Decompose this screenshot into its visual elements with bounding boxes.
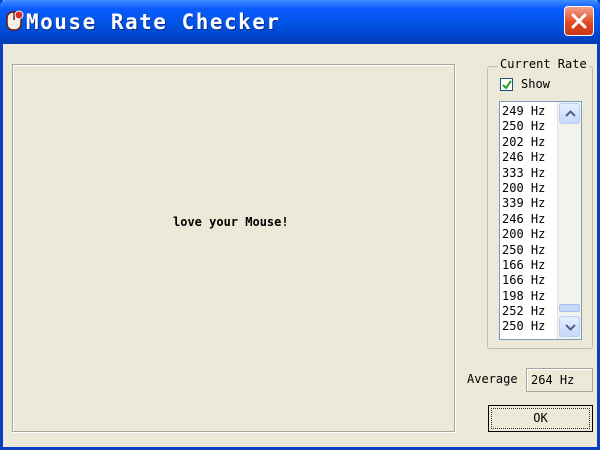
mouse-app-icon[interactable]: [4, 8, 26, 34]
chevron-up-icon: [565, 110, 576, 117]
checkmark-icon: [502, 80, 512, 90]
scroll-down-button[interactable]: [559, 316, 580, 337]
rate-list-item[interactable]: 246 Hz: [502, 212, 545, 227]
ok-button[interactable]: OK: [488, 405, 593, 432]
group-title: Current Rate: [498, 57, 589, 71]
rate-list-item[interactable]: 333 Hz: [502, 166, 545, 181]
listbox-scrollbar[interactable]: [557, 102, 581, 339]
rate-list-item[interactable]: 200 Hz: [502, 181, 545, 196]
chevron-down-icon: [565, 324, 576, 331]
scroll-up-button[interactable]: [559, 103, 580, 124]
rate-list-item[interactable]: 250 Hz: [502, 319, 545, 334]
show-label[interactable]: Show: [521, 77, 550, 91]
mouse-test-area[interactable]: love your Mouse!: [12, 64, 455, 432]
rate-list-item[interactable]: 166 Hz: [502, 273, 545, 288]
rate-listbox[interactable]: 249 Hz 250 Hz 202 Hz 246 Hz 333 Hz 200 Hz 339 …: [499, 101, 582, 340]
rate-list-item[interactable]: 339 Hz: [502, 196, 545, 211]
average-value: 264 Hz: [531, 373, 575, 387]
rate-list-item[interactable]: 250 Hz: [502, 243, 545, 258]
rate-list-item[interactable]: 250 Hz: [502, 119, 545, 134]
average-field: 264 Hz: [526, 368, 593, 392]
show-checkbox[interactable]: [500, 78, 513, 91]
canvas-message: love your Mouse!: [173, 215, 289, 229]
app-window: Mouse Rate Checker love your Mouse! Curr…: [0, 0, 600, 450]
rate-list-item[interactable]: 202 Hz: [502, 135, 545, 150]
rate-list-item[interactable]: 200 Hz: [502, 227, 545, 242]
close-button[interactable]: [564, 6, 594, 36]
rate-list-item[interactable]: 198 Hz: [502, 289, 545, 304]
average-label: Average: [467, 372, 518, 386]
close-icon: [571, 13, 587, 29]
rate-list-item[interactable]: 166 Hz: [502, 258, 545, 273]
rate-list-item[interactable]: 252 Hz: [502, 304, 545, 319]
scroll-thumb[interactable]: [559, 304, 580, 312]
title-bar[interactable]: Mouse Rate Checker: [0, 0, 600, 44]
ok-label: OK: [533, 411, 548, 425]
rate-list-item[interactable]: 246 Hz: [502, 150, 545, 165]
rate-list: 249 Hz 250 Hz 202 Hz 246 Hz 333 Hz 200 Hz 339 …: [502, 104, 545, 335]
rate-list-item[interactable]: 249 Hz: [502, 104, 545, 119]
window-title: Mouse Rate Checker: [26, 10, 281, 34]
